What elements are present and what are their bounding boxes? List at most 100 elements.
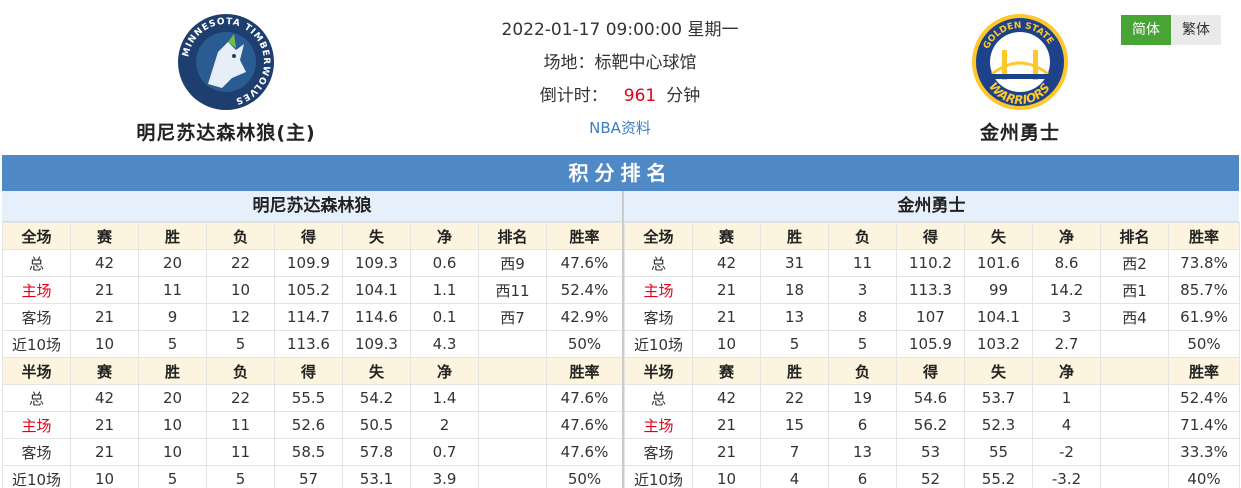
table-cell: 21 bbox=[692, 438, 761, 466]
table-cell: 2.7 bbox=[1032, 330, 1101, 358]
table-cell: 101.6 bbox=[964, 249, 1033, 277]
table-cell: 21 bbox=[692, 303, 761, 331]
column-header: 净 bbox=[410, 357, 479, 385]
table-cell: 10 bbox=[692, 465, 761, 488]
home-team-name: 明尼苏达森林狼(主) bbox=[136, 122, 316, 144]
table-cell: 47.6% bbox=[546, 249, 623, 277]
table-cell: 58.5 bbox=[274, 438, 343, 466]
table-cell: 7 bbox=[760, 438, 829, 466]
table-cell bbox=[478, 384, 547, 412]
column-header: 负 bbox=[828, 357, 897, 385]
table-cell bbox=[1100, 438, 1169, 466]
table-cell: 1.4 bbox=[410, 384, 479, 412]
table-cell: 5 bbox=[138, 330, 207, 358]
column-header: 胜率 bbox=[546, 357, 623, 385]
table-cell: 50% bbox=[546, 465, 623, 488]
table-cell: 57.8 bbox=[342, 438, 411, 466]
table-cell: 21 bbox=[692, 276, 761, 304]
warriors-logo-icon: GOLDEN STATE WARRIORS bbox=[972, 14, 1068, 110]
column-header: 失 bbox=[964, 357, 1033, 385]
away-standings-table: 全场赛胜负得失净排名 胜率总 42 31 11 110.2 101.6 8.6 西2 73.8% 主… bbox=[624, 222, 1240, 488]
traditional-chinese-button[interactable]: 繁体 bbox=[1171, 15, 1221, 45]
table-cell: 4.3 bbox=[410, 330, 479, 358]
column-header: 负 bbox=[206, 357, 275, 385]
table-cell: 85.7% bbox=[1168, 276, 1240, 304]
table-cell: 11 bbox=[206, 411, 275, 439]
row-label: 总 bbox=[2, 249, 71, 277]
table-cell: 11 bbox=[138, 276, 207, 304]
table-cell: 0.7 bbox=[410, 438, 479, 466]
column-header: 赛 bbox=[70, 222, 139, 250]
table-cell: 6 bbox=[828, 465, 897, 488]
column-header: 胜 bbox=[138, 222, 207, 250]
table-row: 客场 21 10 11 58.5 57.8 0.7 47.6% bbox=[2, 438, 623, 466]
table-cell: 113.6 bbox=[274, 330, 343, 358]
table-cell: 107 bbox=[896, 303, 965, 331]
table-cell: 13 bbox=[760, 303, 829, 331]
table-cell: 3 bbox=[1032, 303, 1101, 331]
table-cell bbox=[1100, 465, 1169, 488]
table-cell: 114.6 bbox=[342, 303, 411, 331]
table-cell: 109.9 bbox=[274, 249, 343, 277]
table-cell: 42 bbox=[70, 249, 139, 277]
table-cell: 42 bbox=[70, 384, 139, 412]
column-header: 排名 bbox=[478, 222, 547, 250]
column-header: 胜率 bbox=[1168, 222, 1240, 250]
table-cell: 61.9% bbox=[1168, 303, 1240, 331]
table-cell: 105.2 bbox=[274, 276, 343, 304]
table-cell: 西2 bbox=[1100, 249, 1169, 277]
home-standings-panel: 明尼苏达森林狼 全场赛胜负得失净排名 胜率总 42 20 22 109.9 109.3 0.6… bbox=[2, 191, 623, 488]
table-cell: 53.7 bbox=[964, 384, 1033, 412]
countdown-label: 倒计时： bbox=[539, 86, 608, 106]
table-cell: 5 bbox=[828, 330, 897, 358]
column-header: 净 bbox=[1032, 357, 1101, 385]
table-cell: 22 bbox=[206, 249, 275, 277]
table-cell: 31 bbox=[760, 249, 829, 277]
simplified-chinese-button[interactable]: 简体 bbox=[1121, 15, 1171, 45]
language-switch: 简体 繁体 bbox=[1121, 15, 1221, 45]
table-cell: 52.3 bbox=[964, 411, 1033, 439]
table-cell: 10 bbox=[206, 276, 275, 304]
table-cell: -2 bbox=[1032, 438, 1101, 466]
column-header: 胜 bbox=[760, 357, 829, 385]
table-row: 总 42 31 11 110.2 101.6 8.6 西2 73.8% bbox=[624, 249, 1240, 277]
table-cell: 109.3 bbox=[342, 330, 411, 358]
table-cell: 11 bbox=[828, 249, 897, 277]
nba-info-link[interactable]: NBA资料 bbox=[420, 113, 820, 143]
table-cell bbox=[478, 465, 547, 488]
table-cell: 99 bbox=[964, 276, 1033, 304]
row-label: 总 bbox=[2, 384, 71, 412]
table-cell: 47.6% bbox=[546, 384, 623, 412]
table-cell: 0.1 bbox=[410, 303, 479, 331]
table-cell: 22 bbox=[760, 384, 829, 412]
timberwolves-logo-icon: MINNESOTA TIMBERWOLVES bbox=[178, 14, 274, 110]
table-cell: 21 bbox=[70, 276, 139, 304]
column-header: 得 bbox=[896, 222, 965, 250]
table-cell: 11 bbox=[206, 438, 275, 466]
table-cell: -3.2 bbox=[1032, 465, 1101, 488]
table-cell: 114.7 bbox=[274, 303, 343, 331]
table-header-row: 半场赛胜负得失净 胜率 bbox=[2, 357, 623, 385]
table-row: 近10场 10 5 5 105.9 103.2 2.7 50% bbox=[624, 330, 1240, 358]
match-countdown: 倒计时： 961 分钟 bbox=[420, 80, 820, 113]
column-header: 胜率 bbox=[1168, 357, 1240, 385]
home-team: MINNESOTA TIMBERWOLVES 明尼苏达森林狼(主) bbox=[96, 12, 356, 145]
table-cell: 42 bbox=[692, 384, 761, 412]
table-cell: 5 bbox=[206, 330, 275, 358]
table-cell: 15 bbox=[760, 411, 829, 439]
table-cell: 113.3 bbox=[896, 276, 965, 304]
table-cell: 3.9 bbox=[410, 465, 479, 488]
table-cell: 8.6 bbox=[1032, 249, 1101, 277]
table-cell: 104.1 bbox=[964, 303, 1033, 331]
table-cell: 53.1 bbox=[342, 465, 411, 488]
table-cell: 12 bbox=[206, 303, 275, 331]
table-cell: 52.4% bbox=[1168, 384, 1240, 412]
table-cell: 20 bbox=[138, 384, 207, 412]
table-cell: 14.2 bbox=[1032, 276, 1101, 304]
table-cell: 103.2 bbox=[964, 330, 1033, 358]
away-standings-title: 金州勇士 bbox=[624, 191, 1239, 222]
countdown-value: 961 bbox=[623, 86, 657, 106]
table-cell: 10 bbox=[70, 465, 139, 488]
table-cell: 21 bbox=[692, 411, 761, 439]
table-cell: 57 bbox=[274, 465, 343, 488]
